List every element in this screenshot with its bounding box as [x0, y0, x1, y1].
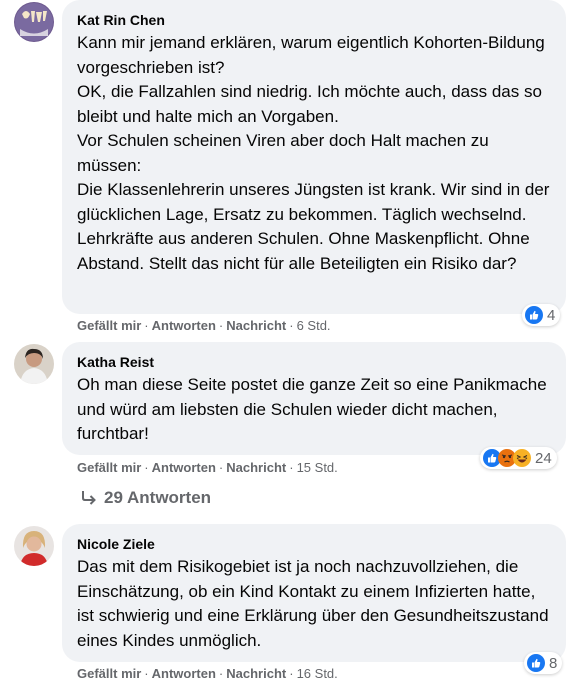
reaction-count: 24: [535, 449, 552, 467]
message-button[interactable]: Nachricht: [226, 666, 286, 681]
message-button[interactable]: Nachricht: [226, 460, 286, 475]
comment-actions: Gefällt mir · Antworten · Nachricht · 16 Std.: [77, 666, 338, 681]
comment-bubble: Katha Reist Oh man diese Seite postet di…: [62, 342, 566, 455]
like-icon: [527, 654, 545, 672]
comment-bubble: Nicole Ziele Das mit dem Risikogebiet is…: [62, 524, 566, 662]
like-button[interactable]: Gefällt mir: [77, 318, 141, 333]
avatar[interactable]: [14, 344, 54, 384]
reaction-count: 4: [547, 306, 556, 324]
reply-button[interactable]: Antworten: [152, 460, 216, 475]
comment-author[interactable]: Nicole Ziele: [77, 535, 552, 553]
reaction-summary[interactable]: 8: [524, 652, 563, 674]
view-replies-link[interactable]: 29 Antworten: [80, 488, 211, 508]
avatar[interactable]: [14, 2, 54, 42]
comment-actions: Gefällt mir · Antworten · Nachricht · 15 Std.: [77, 460, 338, 475]
replies-count: 29 Antworten: [104, 488, 212, 507]
comment-actions: Gefällt mir · Antworten · Nachricht · 6 Std.: [77, 318, 331, 333]
comment-text: Oh man diese Seite postet die ganze Zeit…: [77, 375, 547, 443]
comment-time[interactable]: 15 Std.: [297, 460, 338, 475]
reply-arrow-icon: [82, 491, 96, 505]
message-button[interactable]: Nachricht: [226, 318, 286, 333]
reaction-summary[interactable]: 24: [480, 447, 557, 469]
haha-icon: [513, 449, 531, 467]
comment-time[interactable]: 16 Std.: [297, 666, 338, 681]
reaction-summary[interactable]: 4: [522, 304, 561, 326]
comment-time[interactable]: 6 Std.: [297, 318, 331, 333]
avatar[interactable]: [14, 526, 54, 566]
comment-text: Kann mir jemand erklären, warum eigentli…: [77, 33, 550, 273]
like-icon: [525, 306, 543, 324]
reply-button[interactable]: Antworten: [152, 318, 216, 333]
like-button[interactable]: Gefällt mir: [77, 460, 141, 475]
comment-author[interactable]: Kat Rin Chen: [77, 11, 552, 29]
like-button[interactable]: Gefällt mir: [77, 666, 141, 681]
reaction-count: 8: [549, 654, 558, 672]
comment-author[interactable]: Katha Reist: [77, 353, 552, 371]
comment-text: Das mit dem Risikogebiet ist ja noch nac…: [77, 557, 549, 650]
comment-bubble: Kat Rin Chen Kann mir jemand erklären, w…: [62, 0, 566, 314]
reply-button[interactable]: Antworten: [152, 666, 216, 681]
